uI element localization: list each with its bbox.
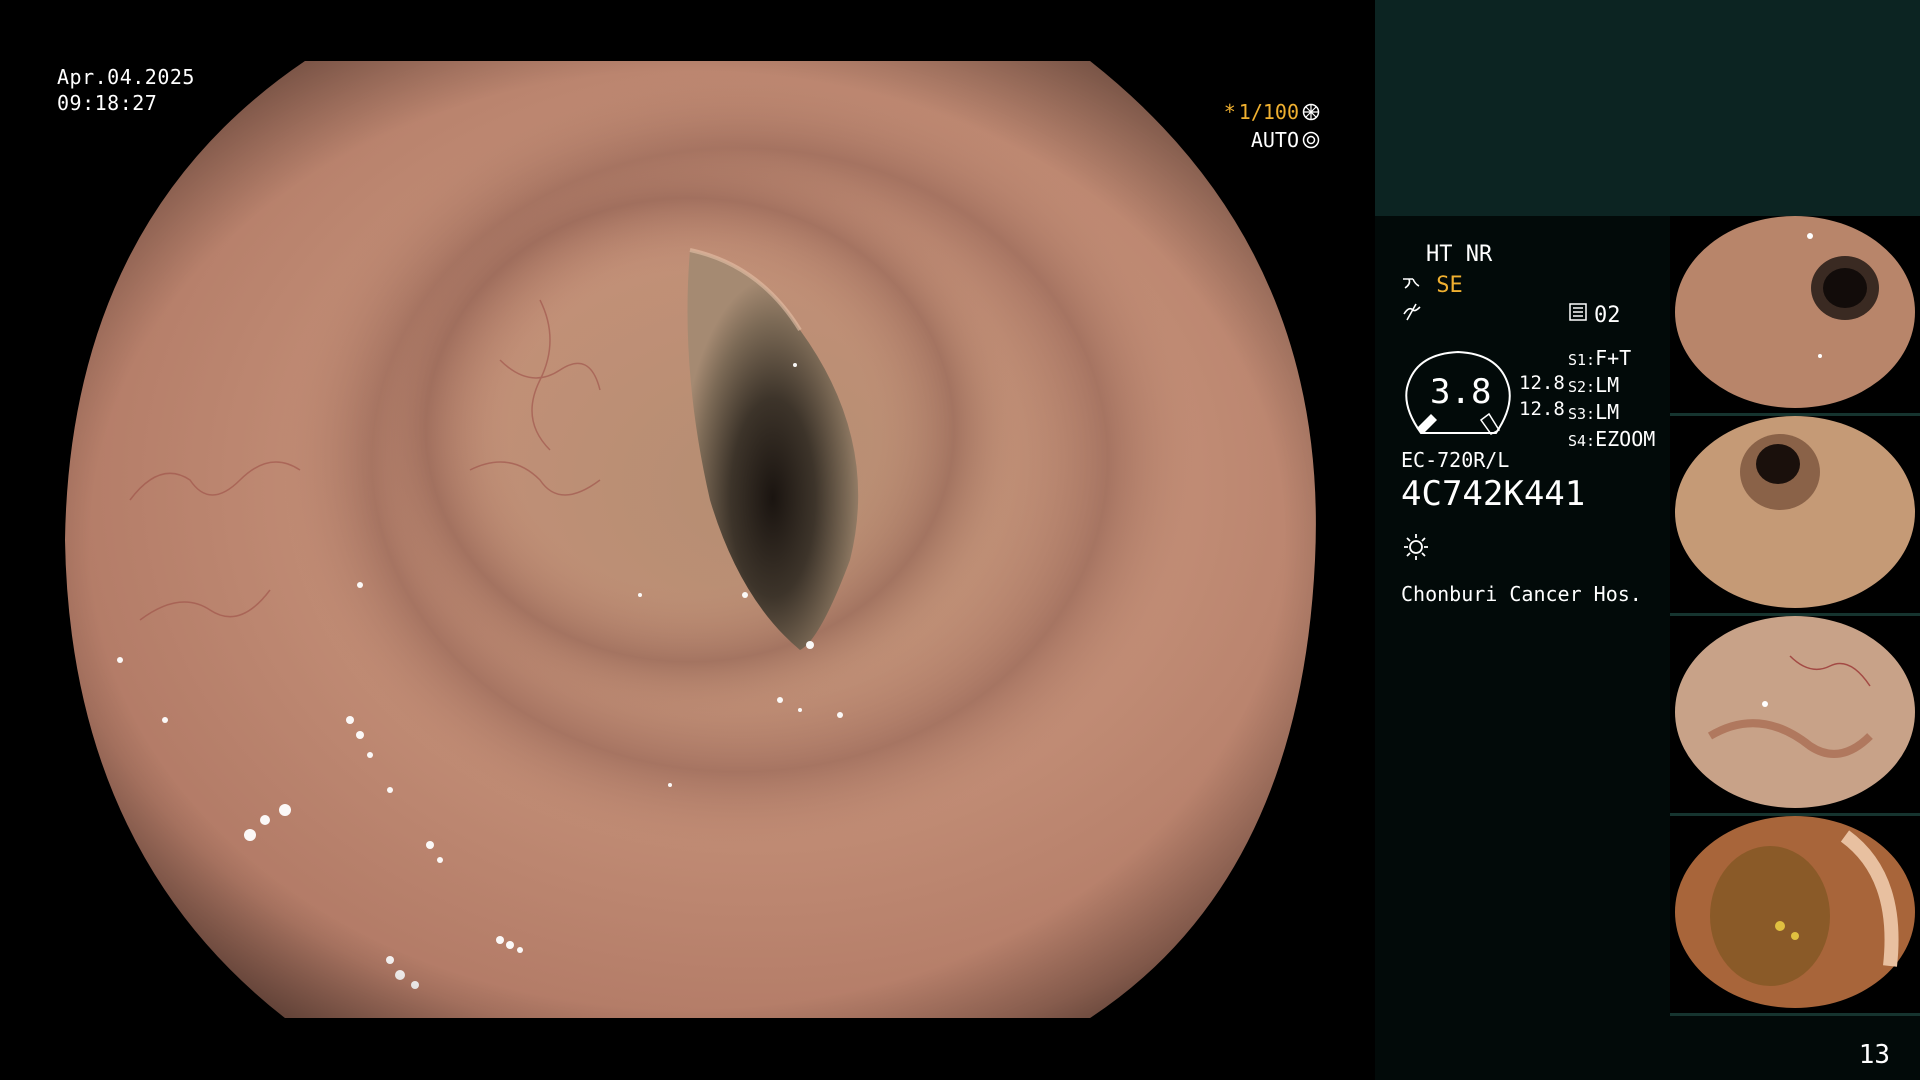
thumbnail-2[interactable] xyxy=(1670,416,1920,616)
page-number: 13 xyxy=(1858,1040,1890,1070)
shutter-icon xyxy=(1302,103,1320,121)
capture-date: Apr.04.2025 xyxy=(57,65,195,89)
hospital-name: Chonburi Cancer Hos. xyxy=(1401,582,1642,606)
endoscope-main-view: Apr.04.2025 09:18:27 * 1/100 AUTO xyxy=(0,0,1375,1080)
switch-item: S1:F+T xyxy=(1568,346,1655,373)
capture-thumbnails xyxy=(1670,216,1920,1016)
switch-key: S1: xyxy=(1568,351,1596,369)
enhance-row: SE xyxy=(1401,273,1463,298)
shutter-speed: 1/100 xyxy=(1238,100,1299,124)
enhance-icon xyxy=(1401,273,1436,298)
switch-value: LM xyxy=(1595,400,1620,424)
shutter-row: * 1/100 xyxy=(1224,98,1320,126)
light-icon xyxy=(1401,531,1431,567)
exposure-info: * 1/100 AUTO xyxy=(1224,98,1320,154)
switch-item: S2:LM xyxy=(1568,373,1655,400)
switch-value: LM xyxy=(1595,373,1620,397)
capture-datetime: Apr.04.2025 09:18:27 xyxy=(57,64,195,116)
thumbnail-3[interactable] xyxy=(1670,616,1920,816)
zoom-value: 3.8 xyxy=(1430,372,1492,412)
aperture-icon xyxy=(1302,131,1320,149)
capture-time: 09:18:27 xyxy=(57,91,158,115)
switch-key: S3: xyxy=(1568,405,1596,423)
switch-value: EZOOM xyxy=(1595,427,1656,451)
switch-item: S3:LM xyxy=(1568,400,1655,427)
enhance-mode: SE xyxy=(1436,273,1463,298)
info-side-panel: HT NR SE 02 3.8 12.8 12.8 S1:F+T S2:LM S… xyxy=(1375,0,1920,1080)
memory-icon xyxy=(1568,302,1588,328)
value-b: 12.8 xyxy=(1519,398,1565,420)
switch-key: S2: xyxy=(1568,378,1596,396)
memory-row: 02 xyxy=(1568,302,1621,328)
waveform-icon xyxy=(1401,302,1423,328)
switch-item: S4:EZOOM xyxy=(1568,427,1655,454)
endoscope-image xyxy=(65,61,1316,1018)
value-a: 12.8 xyxy=(1519,372,1565,394)
switch-key: S4: xyxy=(1568,432,1596,450)
exposure-mode: AUTO xyxy=(1250,128,1299,152)
switch-value: F+T xyxy=(1595,346,1632,370)
shutter-mark: * xyxy=(1223,100,1236,124)
thumbnail-1[interactable] xyxy=(1670,216,1920,416)
scope-serial: 4C742K441 xyxy=(1401,474,1586,514)
mode-row: AUTO xyxy=(1224,126,1320,154)
zoom-gauge: 3.8 xyxy=(1401,348,1516,440)
structure-enhance: HT NR xyxy=(1426,242,1493,267)
scope-model: EC-720R/L xyxy=(1401,448,1510,472)
memory-channel: 02 xyxy=(1594,302,1621,328)
switch-list: S1:F+T S2:LM S3:LM S4:EZOOM xyxy=(1568,346,1655,454)
side-panel-header xyxy=(1375,0,1920,216)
thumbnail-4[interactable] xyxy=(1670,816,1920,1016)
